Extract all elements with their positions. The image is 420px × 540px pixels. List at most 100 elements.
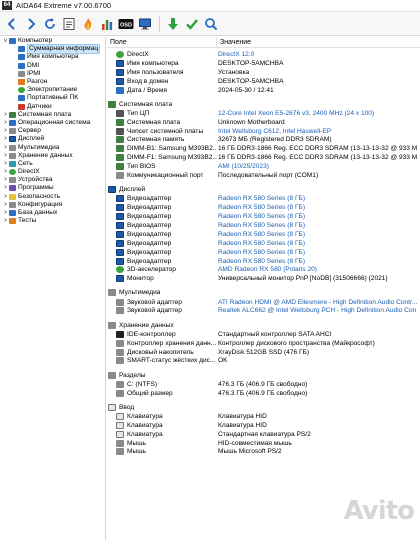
tree-item[interactable]: > Устройства bbox=[0, 176, 105, 184]
chevron-right-icon[interactable]: > bbox=[2, 111, 9, 119]
detail-row[interactable]: Дата / Время 2024-05-30 / 12:41 bbox=[107, 86, 420, 95]
osd-icon[interactable]: OSD bbox=[117, 15, 134, 32]
tree-item[interactable]: Суммарная информац bbox=[0, 44, 105, 55]
detail-row[interactable]: Видеоадаптер Radeon RX 580 Series (8 ГБ) bbox=[107, 239, 420, 248]
detail-row[interactable]: Видеоадаптер Radeon RX 580 Series (8 ГБ) bbox=[107, 194, 420, 203]
detail-row[interactable]: 3D-акселератор AMD Radeon RX 580 (Polaris… bbox=[107, 265, 420, 274]
detail-row[interactable]: Видеоадаптер Radeon RX 580 Series (8 ГБ) bbox=[107, 212, 420, 221]
detail-row[interactable]: Клавиатура Клавиатура HID bbox=[107, 412, 420, 421]
tree-item[interactable]: Портативный ПК bbox=[0, 94, 105, 102]
tree-item[interactable]: Разгон bbox=[0, 78, 105, 86]
detail-row[interactable]: Клавиатура Стандартная клавиатура PS/2 bbox=[107, 430, 420, 439]
value-link[interactable]: Radeon RX 580 Series (8 ГБ) bbox=[217, 231, 417, 238]
detail-row[interactable]: Чипсет системной платы Intel Wellsburg C6… bbox=[107, 127, 420, 136]
tree-item[interactable]: IPMI bbox=[0, 70, 105, 78]
detail-row[interactable]: C: (NTFS) 476.3 ГБ (406.9 ГБ свободно) bbox=[107, 380, 420, 389]
value-link[interactable]: Intel Wellsburg C612, Intel Haswell-EP bbox=[217, 128, 417, 135]
detail-row[interactable]: DirectX DirectX 12.0 bbox=[107, 50, 420, 59]
chevron-right-icon[interactable]: > bbox=[2, 168, 9, 176]
tree-item[interactable]: > Операционная система bbox=[0, 119, 105, 127]
detail-row[interactable]: Вход в домен DESKTOP-5AMCHBA bbox=[107, 77, 420, 86]
detail-row[interactable]: Коммуникационный порт Последовательный по… bbox=[107, 171, 420, 180]
search-icon[interactable] bbox=[202, 15, 219, 32]
chevron-right-icon[interactable]: > bbox=[2, 160, 9, 168]
forward-icon[interactable] bbox=[22, 15, 39, 32]
chevron-right-icon[interactable]: > bbox=[2, 144, 9, 152]
tree-item[interactable]: > Мультимедиа bbox=[0, 143, 105, 151]
detail-row[interactable]: Звуковой адаптер ATI Radeon HDMI @ AMD El… bbox=[107, 298, 420, 307]
tree-item[interactable]: DMI bbox=[0, 62, 105, 70]
tree-item[interactable]: > Тесты bbox=[0, 217, 105, 225]
detail-row[interactable]: Общий размер 476.3 ГБ (406.9 ГБ свободно) bbox=[107, 389, 420, 398]
value-link[interactable]: AMD Radeon RX 580 (Polaris 20) bbox=[217, 266, 417, 273]
chevron-right-icon[interactable]: > bbox=[2, 201, 9, 209]
detail-row[interactable]: Имя компьютера DESKTOP-5AMCHBA bbox=[107, 59, 420, 68]
detail-row[interactable]: Видеоадаптер Radeon RX 580 Series (8 ГБ) bbox=[107, 230, 420, 239]
tree-item[interactable]: > Безопасность bbox=[0, 193, 105, 201]
chevron-right-icon[interactable]: > bbox=[2, 119, 9, 127]
value-link[interactable]: Radeon RX 580 Series (8 ГБ) bbox=[217, 249, 417, 256]
value-link[interactable]: ATI Radeon HDMI @ AMD Ellesmere - High D… bbox=[217, 299, 417, 306]
value-link[interactable]: Radeon RX 580 Series (8 ГБ) bbox=[217, 258, 417, 265]
chevron-right-icon[interactable]: > bbox=[2, 135, 9, 143]
detail-row[interactable]: Клавиатура Клавиатура HID bbox=[107, 421, 420, 430]
detail-row[interactable]: Монитор Универсальный монитор PnP [NoDB] … bbox=[107, 274, 420, 283]
tree-item[interactable]: > Конфигурация bbox=[0, 201, 105, 209]
detail-row[interactable]: Видеоадаптер Radeon RX 580 Series (8 ГБ) bbox=[107, 203, 420, 212]
detail-row[interactable]: Дисковый накопитель XrayDisk 512GB SSD (4… bbox=[107, 348, 420, 357]
value-link[interactable]: Radeon RX 580 Series (8 ГБ) bbox=[217, 240, 417, 247]
value-link[interactable]: 12-Core Intel Xeon E5-2676 v3, 2400 MHz … bbox=[217, 110, 417, 117]
field-column-header[interactable]: Поле bbox=[107, 37, 217, 48]
detail-row[interactable]: IDE-контроллер Стандартный контроллер SAT… bbox=[107, 330, 420, 339]
value-link[interactable]: DirectX 12.0 bbox=[217, 51, 417, 58]
detail-row[interactable]: Имя пользователя Установка bbox=[107, 68, 420, 77]
tree-item[interactable]: > Сервер bbox=[0, 127, 105, 135]
chevron-right-icon[interactable]: > bbox=[2, 193, 9, 201]
value-link[interactable]: Realtek ALC662 @ Intel Wellsburg PCH - H… bbox=[217, 307, 417, 314]
chevron-right-icon[interactable]: > bbox=[2, 209, 9, 217]
chevron-right-icon[interactable]: > bbox=[2, 184, 9, 192]
tree-item[interactable]: > Дисплей bbox=[0, 135, 105, 143]
detail-row[interactable]: Видеоадаптер Radeon RX 580 Series (8 ГБ) bbox=[107, 221, 420, 230]
tree-item[interactable]: > Сеть bbox=[0, 160, 105, 168]
back-icon[interactable] bbox=[3, 15, 20, 32]
detail-row[interactable]: Видеоадаптер Radeon RX 580 Series (8 ГБ) bbox=[107, 257, 420, 266]
detail-row[interactable]: DIMM-B1: Samsung M393B2... 16 ГБ DDR3-186… bbox=[107, 144, 420, 153]
detail-row[interactable]: Мышь Мышь Microsoft PS/2 bbox=[107, 448, 420, 457]
computer-icon[interactable] bbox=[136, 15, 153, 32]
value-column-header[interactable]: Значение bbox=[217, 39, 251, 46]
report-icon[interactable] bbox=[60, 15, 77, 32]
chevron-right-icon[interactable]: > bbox=[2, 176, 9, 184]
chevron-right-icon[interactable]: > bbox=[2, 127, 9, 135]
detail-row[interactable]: Тип ЦП 12-Core Intel Xeon E5-2676 v3, 240… bbox=[107, 109, 420, 118]
detail-row[interactable]: Звуковой адаптер Realtek ALC662 @ Intel W… bbox=[107, 307, 420, 316]
tree-item[interactable]: Имя компьютера bbox=[0, 53, 105, 61]
tree-item[interactable]: > Хранение данных bbox=[0, 152, 105, 160]
chevron-down-icon[interactable]: ∨ bbox=[2, 37, 9, 45]
tree-item[interactable]: > База данных bbox=[0, 209, 105, 217]
detail-row[interactable]: Системная память 32673 МБ (Registered DDR… bbox=[107, 136, 420, 145]
detail-row[interactable]: SMART-статус жёстких дис... OK bbox=[107, 357, 420, 366]
chevron-right-icon[interactable]: > bbox=[2, 152, 9, 160]
detail-row[interactable]: Контроллер хранения данн... Контроллер ди… bbox=[107, 339, 420, 348]
detail-row[interactable]: Мышь HID-совместимая мышь bbox=[107, 439, 420, 448]
download-icon[interactable] bbox=[164, 15, 181, 32]
chevron-right-icon[interactable]: > bbox=[2, 217, 9, 225]
detail-row[interactable]: Системная плата Unknown Motherboard bbox=[107, 118, 420, 127]
tree-item[interactable]: > Системная плата bbox=[0, 111, 105, 119]
value-link[interactable]: AMI (10/25/2023) bbox=[217, 163, 417, 170]
value-link[interactable]: Radeon RX 580 Series (8 ГБ) bbox=[217, 222, 417, 229]
detail-row[interactable]: Тип BIOS AMI (10/25/2023) bbox=[107, 162, 420, 171]
detail-row[interactable]: DIMM-F1: Samsung M393B2... 16 ГБ DDR3-186… bbox=[107, 153, 420, 162]
tree-item[interactable]: > Программы bbox=[0, 184, 105, 192]
value-link[interactable]: Radeon RX 580 Series (8 ГБ) bbox=[217, 213, 417, 220]
detail-row[interactable]: Видеоадаптер Radeon RX 580 Series (8 ГБ) bbox=[107, 248, 420, 257]
tree-item[interactable]: > DirectX bbox=[0, 168, 105, 176]
refresh-icon[interactable] bbox=[41, 15, 58, 32]
check-icon[interactable] bbox=[183, 15, 200, 32]
value-link[interactable]: Radeon RX 580 Series (8 ГБ) bbox=[217, 195, 417, 202]
value-link[interactable]: Radeon RX 580 Series (8 ГБ) bbox=[217, 204, 417, 211]
bar-chart-icon[interactable] bbox=[98, 15, 115, 32]
flame-icon[interactable] bbox=[79, 15, 96, 32]
tree-item[interactable]: Датчики bbox=[0, 103, 105, 111]
